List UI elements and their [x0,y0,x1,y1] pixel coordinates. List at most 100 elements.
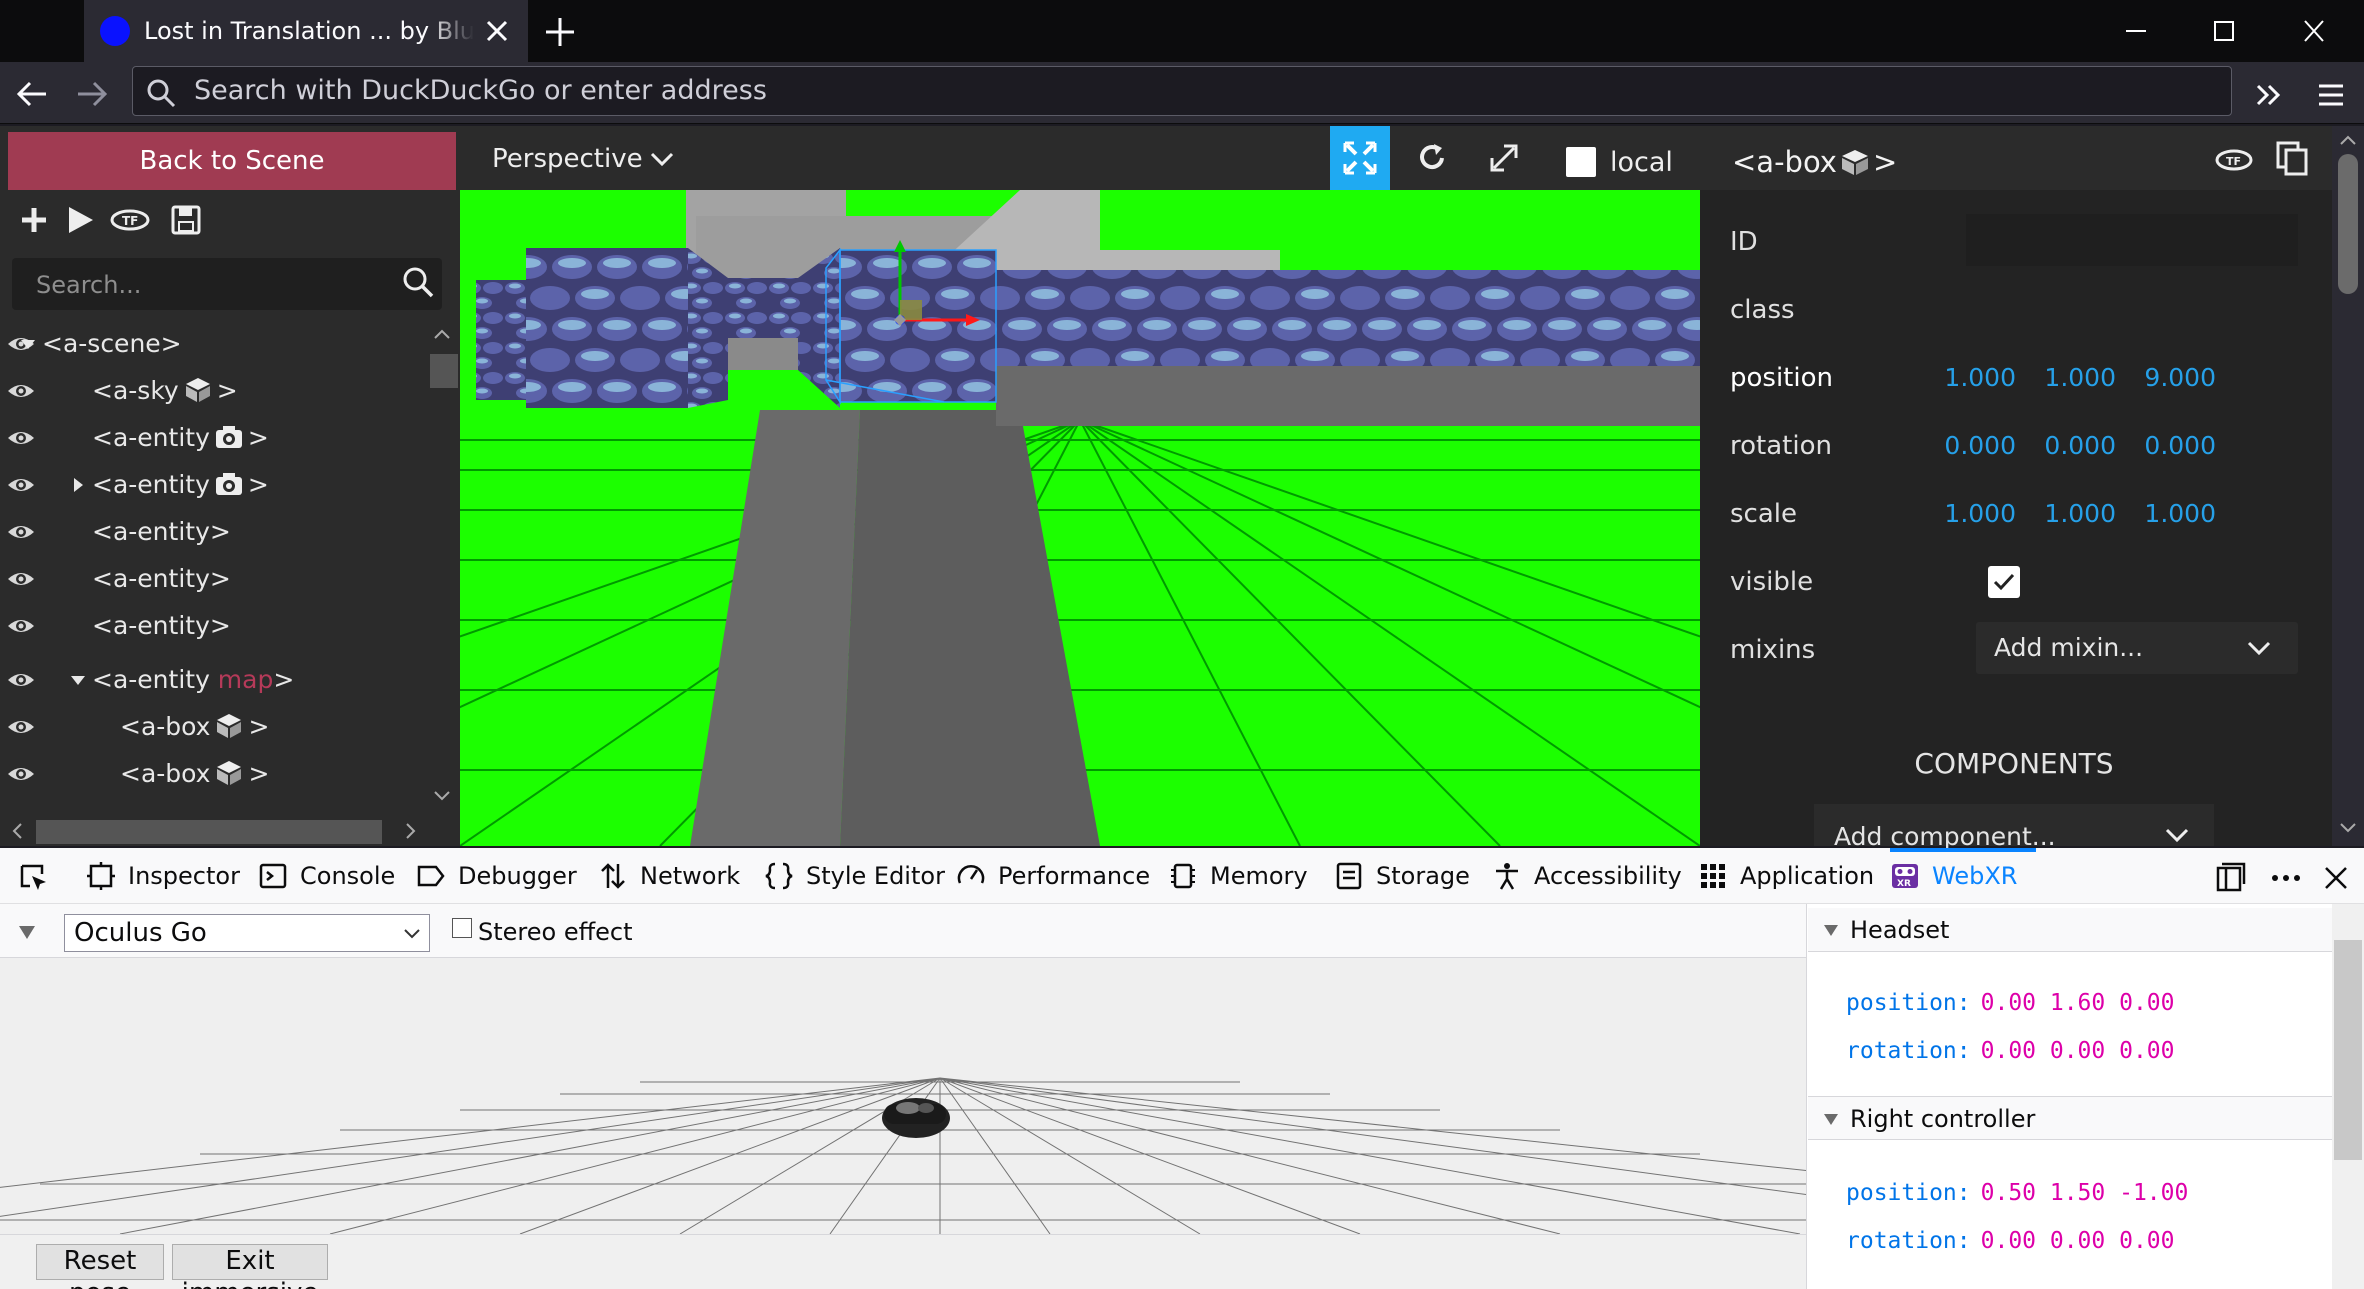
tree-row[interactable]: <a-box > [0,707,430,747]
position-y-input[interactable]: 1.000 [2026,360,2116,396]
controller-position-value[interactable]: 0.50 1.50 -1.00 [1981,1180,2189,1206]
add-entity-icon[interactable] [18,204,50,236]
tab-network[interactable]: Network [598,848,740,904]
scale-z-input[interactable]: 1.000 [2126,496,2216,532]
position-z-input[interactable]: 9.000 [2126,360,2216,396]
expanded-triangle-icon[interactable] [20,336,36,352]
tree-row[interactable]: <a-entity map> [0,660,430,700]
controller-rotation-value[interactable]: 0.00 0.00 0.00 [1981,1228,2175,1254]
eye-visibility-icon[interactable] [6,426,36,450]
scroll-up-icon[interactable] [432,326,452,342]
rotation-x-input[interactable]: 0.000 [1926,428,2016,464]
gltf-export-icon[interactable]: TF [2214,146,2254,174]
tree-row[interactable]: <a-entity> [0,559,430,599]
scale-tool-icon[interactable] [1486,140,1522,176]
eye-visibility-icon[interactable] [6,379,36,403]
scroll-up-icon[interactable] [2338,132,2358,148]
svg-text:TF: TF [122,214,138,228]
rotation-y-input[interactable]: 0.000 [2026,428,2116,464]
tab-performance[interactable]: Performance [956,848,1150,904]
chevron-down-icon[interactable] [648,148,676,170]
overflow-chevrons-icon[interactable] [2252,78,2286,112]
eye-visibility-icon[interactable] [6,668,36,692]
scene-viewport[interactable] [460,190,1700,846]
reset-pose-button[interactable]: Reset pose [36,1244,164,1289]
window-close-icon[interactable] [2294,14,2334,48]
tab-debugger[interactable]: Debugger [416,848,577,904]
rotation-z-input[interactable]: 0.000 [2126,428,2216,464]
local-checkbox[interactable] [1566,147,1596,177]
tree-row[interactable]: <a-box > [0,754,430,794]
back-to-scene-button[interactable]: Back to Scene [8,132,456,190]
gltf-export-icon[interactable]: TF [108,204,152,236]
tree-tag: <a-box [120,712,211,741]
webxr-3d-view[interactable] [0,958,1806,1234]
tab-inspector[interactable]: Inspector [86,848,240,904]
forward-arrow-icon[interactable] [72,74,112,114]
tree-row[interactable]: <a-sky > [0,371,430,411]
scale-y-input[interactable]: 1.000 [2026,496,2116,532]
eye-visibility-icon[interactable] [6,715,36,739]
new-tab-icon[interactable] [540,12,580,52]
controller-section-header[interactable]: Right controller [1808,1096,2332,1140]
id-input[interactable] [1966,214,2298,266]
scroll-down-icon[interactable] [2338,820,2358,836]
save-icon[interactable] [170,204,202,236]
tab-storage[interactable]: Storage [1334,848,1470,904]
menu-icon[interactable] [2314,78,2348,112]
headset-position-value[interactable]: 0.00 1.60 0.00 [1981,990,2175,1016]
tree-row[interactable]: <a-entity> [0,606,430,646]
rotation-label: rotation [1730,431,1832,461]
collapsed-triangle-icon[interactable] [70,477,86,493]
element-picker-icon[interactable] [18,862,50,894]
position-x-input[interactable]: 1.000 [1926,360,2016,396]
active-tab-indicator [1890,848,2036,852]
eye-visibility-icon[interactable] [6,762,36,786]
collapse-triangle-icon[interactable] [16,922,38,942]
eye-visibility-icon[interactable] [6,520,36,544]
inspector-icon [87,862,115,890]
tab-style-editor[interactable]: Style Editor [764,848,945,904]
pose-panel-scrollbar-thumb[interactable] [2334,940,2362,1160]
rotate-tool-icon[interactable] [1414,140,1450,176]
scroll-left-icon[interactable] [8,820,28,842]
scroll-right-icon[interactable] [400,820,420,842]
tree-row[interactable]: <a-scene> [0,324,430,364]
headset-rotation-value[interactable]: 0.00 0.00 0.00 [1981,1038,2175,1064]
more-options-icon[interactable] [2268,862,2304,894]
tree-row[interactable]: <a-entity> [0,512,430,552]
stereo-effect-checkbox[interactable] [452,918,472,938]
close-tab-icon[interactable] [480,14,514,48]
tab-accessibility[interactable]: Accessibility [1492,848,1682,904]
scale-x-input[interactable]: 1.000 [1926,496,2016,532]
tree-row[interactable]: <a-entity> [0,418,430,458]
close-devtools-icon[interactable] [2320,862,2352,894]
minimize-icon[interactable] [2116,14,2156,48]
eye-visibility-icon[interactable] [6,473,36,497]
tab-application[interactable]: Application [1698,848,1874,904]
copy-html-icon[interactable] [2274,140,2310,176]
chevron-down-icon [2165,828,2189,843]
eye-visibility-icon[interactable] [6,614,36,638]
search-icon[interactable] [400,264,436,300]
maximize-icon[interactable] [2204,14,2244,48]
visible-label: visible [1730,567,1814,597]
tab-webxr[interactable]: XR WebXR [1890,848,2017,904]
scroll-down-icon[interactable] [432,788,452,804]
play-icon[interactable] [64,204,96,236]
exit-immersive-button[interactable]: Exit immersive [172,1244,328,1289]
tab-console[interactable]: Console [258,848,395,904]
page-scrollbar-thumb[interactable] [2338,154,2358,294]
back-arrow-icon[interactable] [12,74,52,114]
tab-memory[interactable]: Memory [1168,848,1308,904]
headset-section-header[interactable]: Headset [1808,908,2332,952]
svg-text:XR: XR [1897,879,1911,889]
tree-scrollbar[interactable] [428,322,452,812]
dock-icon[interactable] [2214,862,2246,894]
tree-hscrollbar-thumb[interactable] [36,820,382,844]
tree-scrollbar-thumb[interactable] [430,354,458,388]
expanded-triangle-icon[interactable] [70,672,86,688]
eye-visibility-icon[interactable] [6,567,36,591]
camera-mode-select[interactable]: Perspective [492,142,643,176]
tree-row[interactable]: <a-entity> [0,465,430,505]
